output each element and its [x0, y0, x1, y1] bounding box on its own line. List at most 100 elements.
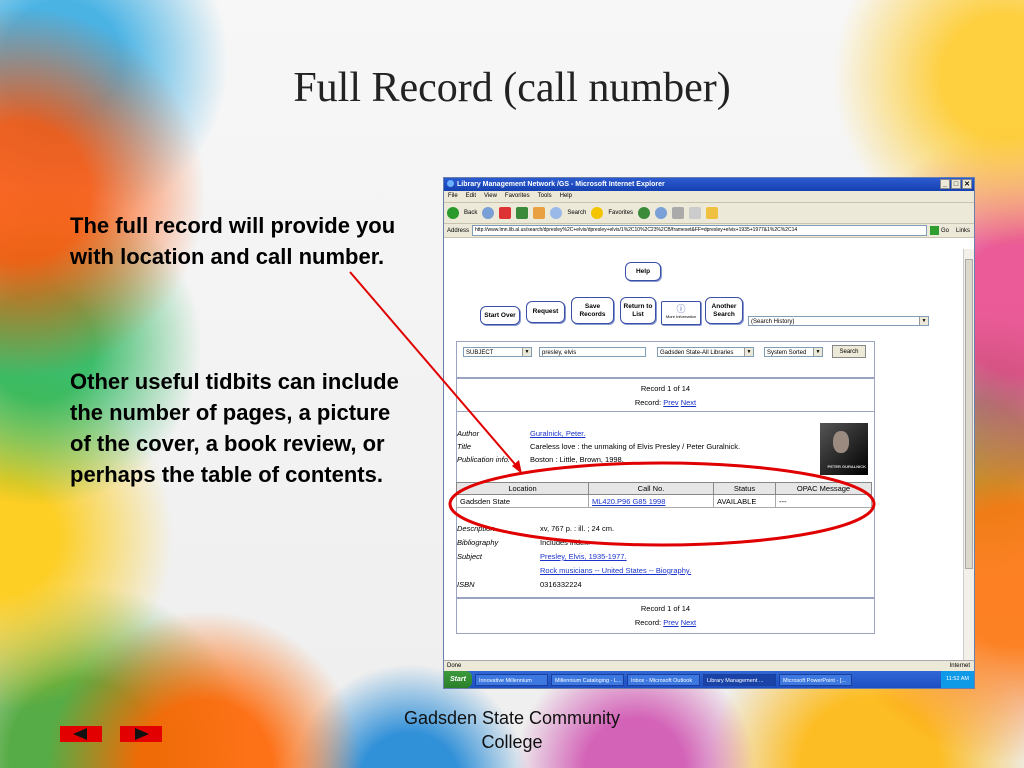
return-to-list-button[interactable]: Return to List	[620, 297, 656, 324]
title-label: Title	[457, 442, 472, 451]
ie-icon	[447, 180, 454, 187]
back-button[interactable]: Back	[464, 210, 477, 216]
menu-file[interactable]: File	[448, 191, 458, 202]
links-button[interactable]: Links	[956, 228, 974, 234]
window-titlebar: Library Management Network /GS - Microso…	[444, 178, 974, 191]
record-label: Record:	[634, 398, 662, 407]
menu-view[interactable]: View	[484, 191, 497, 202]
holdings-header-row: Location Call No. Status OPAC Message	[456, 482, 872, 495]
record-pager: Record: Prev Next	[457, 396, 874, 410]
arrow-left-icon	[73, 728, 87, 740]
vertical-scrollbar[interactable]	[963, 249, 974, 660]
subject-link-1[interactable]: Presley, Elvis, 1935-1977.	[540, 550, 627, 564]
menu-help[interactable]: Help	[560, 191, 572, 202]
footer-text: Gadsden State Community College	[403, 708, 621, 752]
task-powerpoint[interactable]: Microsoft PowerPoint - [...	[778, 673, 852, 686]
more-information-label: More Information	[665, 314, 697, 319]
search-form-box: SUBJECT ▼ presley, elvis Gadsden State-A…	[456, 341, 875, 378]
start-over-button[interactable]: Start Over	[480, 306, 520, 325]
scrollbar-thumb[interactable]	[965, 259, 973, 569]
library-select[interactable]: Gadsden State-All Libraries ▼	[657, 347, 754, 357]
col-opac-message: OPAC Message	[775, 482, 872, 495]
back-icon[interactable]	[447, 207, 459, 219]
bullet-text-1: The full record will provide you with lo…	[70, 213, 396, 269]
next-link-bottom[interactable]: Next	[681, 618, 696, 627]
window-controls: _ □ ✕	[940, 179, 972, 189]
chevron-down-icon: ▼	[919, 317, 928, 325]
menu-tools[interactable]: Tools	[538, 191, 552, 202]
save-records-button[interactable]: Save Records	[571, 297, 614, 324]
menu-edit[interactable]: Edit	[466, 191, 476, 202]
go-button[interactable]: Go	[929, 226, 953, 235]
address-bar: Address http://www.lmn.lib.al.us/search/…	[444, 224, 974, 238]
forward-icon[interactable]	[482, 207, 495, 219]
address-input[interactable]: http://www.lmn.lib.al.us/search/dpresley…	[472, 225, 927, 236]
mail-icon[interactable]	[655, 207, 668, 219]
search-type-select[interactable]: SUBJECT ▼	[463, 347, 532, 357]
search-button[interactable]: Search	[567, 210, 586, 216]
sort-select[interactable]: System Sorted ▼	[764, 347, 823, 357]
record-count: Record 1 of 14	[640, 384, 691, 393]
call-no-link[interactable]: ML420.P96 G85 1998	[592, 497, 665, 506]
holding-status: AVAILABLE	[713, 494, 776, 508]
next-link[interactable]: Next	[681, 398, 696, 407]
description-label: Description	[457, 524, 495, 533]
print-icon[interactable]	[672, 207, 685, 219]
stop-icon[interactable]	[499, 207, 512, 219]
status-text: Done	[447, 663, 462, 669]
request-button[interactable]: Request	[526, 301, 565, 323]
task-outlook[interactable]: Inbox - Microsoft Outlook	[626, 673, 700, 686]
slide-title: Full Record (call number)	[293, 65, 731, 111]
bibliography-value: Includes index.	[540, 538, 591, 547]
bibliography-label: Bibliography	[457, 538, 499, 547]
holding-call-no[interactable]: ML420.P96 G85 1998	[588, 494, 714, 508]
col-call-no: Call No.	[588, 482, 714, 495]
record-count-bottom: Record 1 of 14	[640, 604, 691, 613]
close-button[interactable]: ✕	[962, 179, 972, 189]
record-label-bottom: Record:	[634, 618, 662, 627]
publication-label: Publication info.	[457, 455, 510, 464]
minimize-button[interactable]: _	[940, 179, 950, 189]
another-search-button[interactable]: Another Search	[705, 297, 743, 324]
prev-link[interactable]: Prev	[663, 398, 678, 407]
search-term-input[interactable]: presley, elvis	[539, 347, 646, 357]
prev-link-bottom[interactable]: Prev	[663, 618, 678, 627]
folder-icon[interactable]	[706, 207, 719, 219]
library-value: Gadsden State-All Libraries	[660, 350, 734, 356]
task-library-management[interactable]: Library Management ...	[702, 673, 776, 686]
menu-favorites[interactable]: Favorites	[505, 191, 530, 202]
subject-label: Subject	[457, 552, 483, 561]
more-information-button[interactable]: ⓘ More Information	[661, 301, 701, 325]
subject-link-2[interactable]: Rock musicians -- United States -- Biogr…	[540, 564, 691, 578]
system-tray-clock: 11:52 AM	[941, 671, 974, 688]
title-value: Careless love : the unmaking of Elvis Pr…	[530, 442, 741, 451]
description-value: xv, 767 p. : ill. ; 24 cm.	[540, 524, 615, 533]
opac-page: Help Start Over Request Save Records Ret…	[444, 249, 963, 660]
chevron-down-icon: ▼	[813, 348, 822, 356]
favorites-button[interactable]: Favorites	[608, 210, 633, 216]
bib-fields: Author Guralnick, Peter. Title Careless …	[444, 427, 864, 487]
task-millennium-cataloging[interactable]: Millennium Cataloging - L...	[550, 673, 624, 686]
maximize-button[interactable]: □	[951, 179, 961, 189]
previous-slide-button[interactable]	[60, 726, 102, 742]
author-link[interactable]: Guralnick, Peter.	[530, 427, 585, 441]
start-button[interactable]: Start	[444, 671, 472, 688]
refresh-icon[interactable]	[516, 207, 529, 219]
search-history-select[interactable]: (Search History) ▼	[748, 316, 929, 326]
cover-text: PETER GURALNICK	[827, 464, 866, 469]
isbn-label: ISBN	[457, 580, 475, 589]
taskbar: Start Innovative Millennium Millennium C…	[444, 671, 974, 688]
home-icon[interactable]	[533, 207, 546, 219]
next-slide-button[interactable]	[120, 726, 162, 742]
search-history-value: (Search History)	[751, 319, 795, 325]
favorites-icon[interactable]	[591, 207, 604, 219]
search-icon[interactable]	[550, 207, 563, 219]
history-icon[interactable]	[638, 207, 651, 219]
edit-icon[interactable]	[689, 207, 702, 219]
address-label: Address	[447, 227, 470, 234]
search-button[interactable]: Search	[832, 345, 866, 358]
go-arrow-icon	[929, 226, 939, 235]
task-innovative-millennium[interactable]: Innovative Millennium	[474, 673, 548, 686]
help-button[interactable]: Help	[625, 262, 661, 281]
record-nav-top: Record 1 of 14 Record: Prev Next	[456, 378, 875, 412]
